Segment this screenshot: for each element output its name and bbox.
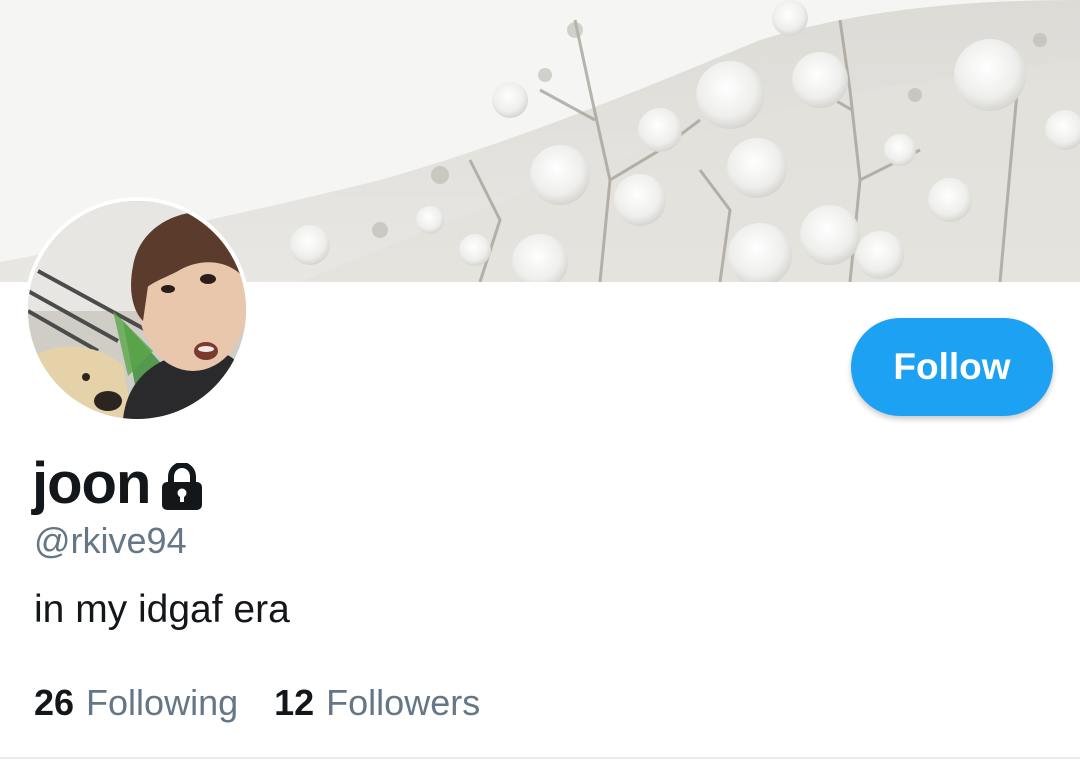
followers-label: Followers <box>326 682 481 723</box>
following-stat[interactable]: 26 Following <box>34 682 238 724</box>
lock-icon <box>160 461 204 511</box>
following-count: 26 <box>34 682 75 723</box>
followers-count: 12 <box>274 682 315 723</box>
avatar[interactable] <box>24 197 250 423</box>
divider <box>0 757 1080 759</box>
avatar-image <box>28 201 246 419</box>
profile-stats: 26 Following 12 Followers <box>34 682 480 724</box>
display-name: joon <box>32 450 151 516</box>
user-handle: @rkive94 <box>34 520 187 561</box>
display-name-row: joon <box>32 448 204 518</box>
followers-stat[interactable]: 12 Followers <box>274 682 480 724</box>
profile-bio: in my idgaf era <box>34 588 290 631</box>
follow-button[interactable]: Follow <box>851 318 1053 416</box>
following-label: Following <box>86 682 239 723</box>
